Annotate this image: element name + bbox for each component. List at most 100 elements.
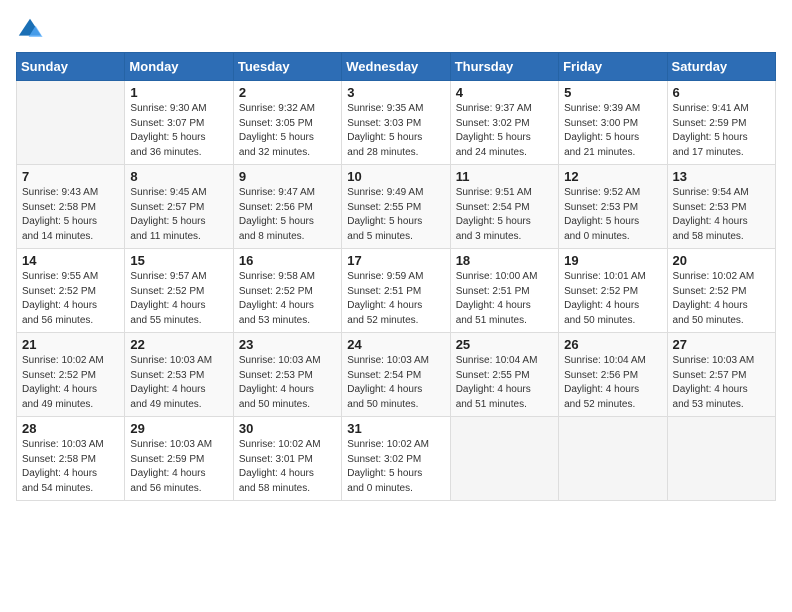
calendar-cell: 29 Sunrise: 10:03 AM Sunset: 2:59 PM Dayl…	[125, 417, 233, 501]
day-info: Sunrise: 9:52 AM Sunset: 2:53 PM Dayligh…	[564, 186, 661, 244]
calendar-cell: 24 Sunrise: 10:03 AM Sunset: 2:54 PM Dayl…	[342, 333, 450, 417]
calendar-table: SundayMondayTuesdayWednesdayThursdayFrid…	[16, 52, 776, 501]
day-number: 30	[239, 421, 336, 436]
calendar-cell: 22 Sunrise: 10:03 AM Sunset: 2:53 PM Dayl…	[125, 333, 233, 417]
day-info: Sunrise: 9:35 AM Sunset: 3:03 PM Dayligh…	[347, 102, 444, 160]
day-number: 31	[347, 421, 444, 436]
day-number: 18	[456, 253, 553, 268]
calendar-cell	[17, 81, 125, 165]
day-info: Sunrise: 10:03 AM Sunset: 2:59 PM Daylig…	[130, 438, 227, 496]
column-header-saturday: Saturday	[667, 53, 775, 81]
day-number: 15	[130, 253, 227, 268]
calendar-cell: 30 Sunrise: 10:02 AM Sunset: 3:01 PM Dayl…	[233, 417, 341, 501]
day-info: Sunrise: 10:04 AM Sunset: 2:56 PM Daylig…	[564, 354, 661, 412]
calendar-week-row: 1Sunrise: 9:30 AM Sunset: 3:07 PM Daylig…	[17, 81, 776, 165]
day-number: 9	[239, 169, 336, 184]
calendar-cell	[667, 417, 775, 501]
day-number: 19	[564, 253, 661, 268]
day-number: 25	[456, 337, 553, 352]
day-info: Sunrise: 10:01 AM Sunset: 2:52 PM Daylig…	[564, 270, 661, 328]
day-number: 24	[347, 337, 444, 352]
calendar-cell: 2 Sunrise: 9:32 AM Sunset: 3:05 PM Daylig…	[233, 81, 341, 165]
day-info: Sunrise: 10:00 AM Sunset: 2:51 PM Daylig…	[456, 270, 553, 328]
column-header-tuesday: Tuesday	[233, 53, 341, 81]
column-header-thursday: Thursday	[450, 53, 558, 81]
calendar-cell: 9Sunrise: 9:47 AM Sunset: 2:56 PM Daylig…	[233, 165, 341, 249]
day-number: 27	[673, 337, 770, 352]
day-number: 10	[347, 169, 444, 184]
calendar-cell: 26Sunrise: 10:04 AM Sunset: 2:56 PM Dayl…	[559, 333, 667, 417]
day-info: Sunrise: 9:45 AM Sunset: 2:57 PM Dayligh…	[130, 186, 227, 244]
day-number: 17	[347, 253, 444, 268]
day-number: 16	[239, 253, 336, 268]
day-info: Sunrise: 9:55 AM Sunset: 2:52 PM Dayligh…	[22, 270, 119, 328]
day-info: Sunrise: 10:02 AM Sunset: 2:52 PM Daylig…	[22, 354, 119, 412]
day-info: Sunrise: 9:39 AM Sunset: 3:00 PM Dayligh…	[564, 102, 661, 160]
day-info: Sunrise: 9:41 AM Sunset: 2:59 PM Dayligh…	[673, 102, 770, 160]
day-number: 3	[347, 85, 444, 100]
column-header-wednesday: Wednesday	[342, 53, 450, 81]
calendar-week-row: 28 Sunrise: 10:03 AM Sunset: 2:58 PM Dayl…	[17, 417, 776, 501]
calendar-cell	[450, 417, 558, 501]
column-header-sunday: Sunday	[17, 53, 125, 81]
day-number: 21	[22, 337, 119, 352]
calendar-cell: 21 Sunrise: 10:02 AM Sunset: 2:52 PM Dayl…	[17, 333, 125, 417]
calendar-cell: 14 Sunrise: 9:55 AM Sunset: 2:52 PM Dayli…	[17, 249, 125, 333]
calendar-cell: 12Sunrise: 9:52 AM Sunset: 2:53 PM Dayli…	[559, 165, 667, 249]
day-number: 2	[239, 85, 336, 100]
day-number: 22	[130, 337, 227, 352]
day-number: 23	[239, 337, 336, 352]
calendar-cell: 27 Sunrise: 10:03 AM Sunset: 2:57 PM Dayl…	[667, 333, 775, 417]
calendar-cell: 6Sunrise: 9:41 AM Sunset: 2:59 PM Daylig…	[667, 81, 775, 165]
day-info: Sunrise: 10:03 AM Sunset: 2:57 PM Daylig…	[673, 354, 770, 412]
day-number: 8	[130, 169, 227, 184]
day-info: Sunrise: 9:30 AM Sunset: 3:07 PM Dayligh…	[130, 102, 227, 160]
day-info: Sunrise: 9:37 AM Sunset: 3:02 PM Dayligh…	[456, 102, 553, 160]
calendar-week-row: 21 Sunrise: 10:02 AM Sunset: 2:52 PM Dayl…	[17, 333, 776, 417]
calendar-cell: 16 Sunrise: 9:58 AM Sunset: 2:52 PM Dayli…	[233, 249, 341, 333]
calendar-cell: 7 Sunrise: 9:43 AM Sunset: 2:58 PM Daylig…	[17, 165, 125, 249]
calendar-cell: 4Sunrise: 9:37 AM Sunset: 3:02 PM Daylig…	[450, 81, 558, 165]
day-info: Sunrise: 10:03 AM Sunset: 2:58 PM Daylig…	[22, 438, 119, 496]
day-number: 13	[673, 169, 770, 184]
calendar-cell: 1Sunrise: 9:30 AM Sunset: 3:07 PM Daylig…	[125, 81, 233, 165]
day-number: 28	[22, 421, 119, 436]
logo-icon	[16, 16, 44, 44]
calendar-cell: 3 Sunrise: 9:35 AM Sunset: 3:03 PM Daylig…	[342, 81, 450, 165]
day-number: 11	[456, 169, 553, 184]
day-info: Sunrise: 10:02 AM Sunset: 3:02 PM Daylig…	[347, 438, 444, 496]
day-number: 5	[564, 85, 661, 100]
calendar-header-row: SundayMondayTuesdayWednesdayThursdayFrid…	[17, 53, 776, 81]
day-info: Sunrise: 10:02 AM Sunset: 2:52 PM Daylig…	[673, 270, 770, 328]
day-info: Sunrise: 9:49 AM Sunset: 2:55 PM Dayligh…	[347, 186, 444, 244]
calendar-cell: 20 Sunrise: 10:02 AM Sunset: 2:52 PM Dayl…	[667, 249, 775, 333]
day-info: Sunrise: 10:03 AM Sunset: 2:54 PM Daylig…	[347, 354, 444, 412]
calendar-week-row: 7 Sunrise: 9:43 AM Sunset: 2:58 PM Daylig…	[17, 165, 776, 249]
day-info: Sunrise: 9:59 AM Sunset: 2:51 PM Dayligh…	[347, 270, 444, 328]
day-info: Sunrise: 10:04 AM Sunset: 2:55 PM Daylig…	[456, 354, 553, 412]
day-info: Sunrise: 10:02 AM Sunset: 3:01 PM Daylig…	[239, 438, 336, 496]
day-info: Sunrise: 9:51 AM Sunset: 2:54 PM Dayligh…	[456, 186, 553, 244]
calendar-cell: 28 Sunrise: 10:03 AM Sunset: 2:58 PM Dayl…	[17, 417, 125, 501]
calendar-cell: 25 Sunrise: 10:04 AM Sunset: 2:55 PM Dayl…	[450, 333, 558, 417]
calendar-cell: 5 Sunrise: 9:39 AM Sunset: 3:00 PM Daylig…	[559, 81, 667, 165]
calendar-cell: 31 Sunrise: 10:02 AM Sunset: 3:02 PM Dayl…	[342, 417, 450, 501]
calendar-cell: 8 Sunrise: 9:45 AM Sunset: 2:57 PM Daylig…	[125, 165, 233, 249]
calendar-cell: 11 Sunrise: 9:51 AM Sunset: 2:54 PM Dayli…	[450, 165, 558, 249]
day-number: 7	[22, 169, 119, 184]
day-number: 29	[130, 421, 227, 436]
day-info: Sunrise: 9:32 AM Sunset: 3:05 PM Dayligh…	[239, 102, 336, 160]
day-number: 20	[673, 253, 770, 268]
day-number: 14	[22, 253, 119, 268]
calendar-cell	[559, 417, 667, 501]
day-info: Sunrise: 9:57 AM Sunset: 2:52 PM Dayligh…	[130, 270, 227, 328]
calendar-cell: 13 Sunrise: 9:54 AM Sunset: 2:53 PM Dayli…	[667, 165, 775, 249]
day-info: Sunrise: 9:43 AM Sunset: 2:58 PM Dayligh…	[22, 186, 119, 244]
calendar-week-row: 14 Sunrise: 9:55 AM Sunset: 2:52 PM Dayli…	[17, 249, 776, 333]
column-header-friday: Friday	[559, 53, 667, 81]
day-info: Sunrise: 9:54 AM Sunset: 2:53 PM Dayligh…	[673, 186, 770, 244]
calendar-cell: 23Sunrise: 10:03 AM Sunset: 2:53 PM Dayl…	[233, 333, 341, 417]
day-info: Sunrise: 10:03 AM Sunset: 2:53 PM Daylig…	[130, 354, 227, 412]
page-header	[16, 16, 776, 44]
day-info: Sunrise: 9:58 AM Sunset: 2:52 PM Dayligh…	[239, 270, 336, 328]
